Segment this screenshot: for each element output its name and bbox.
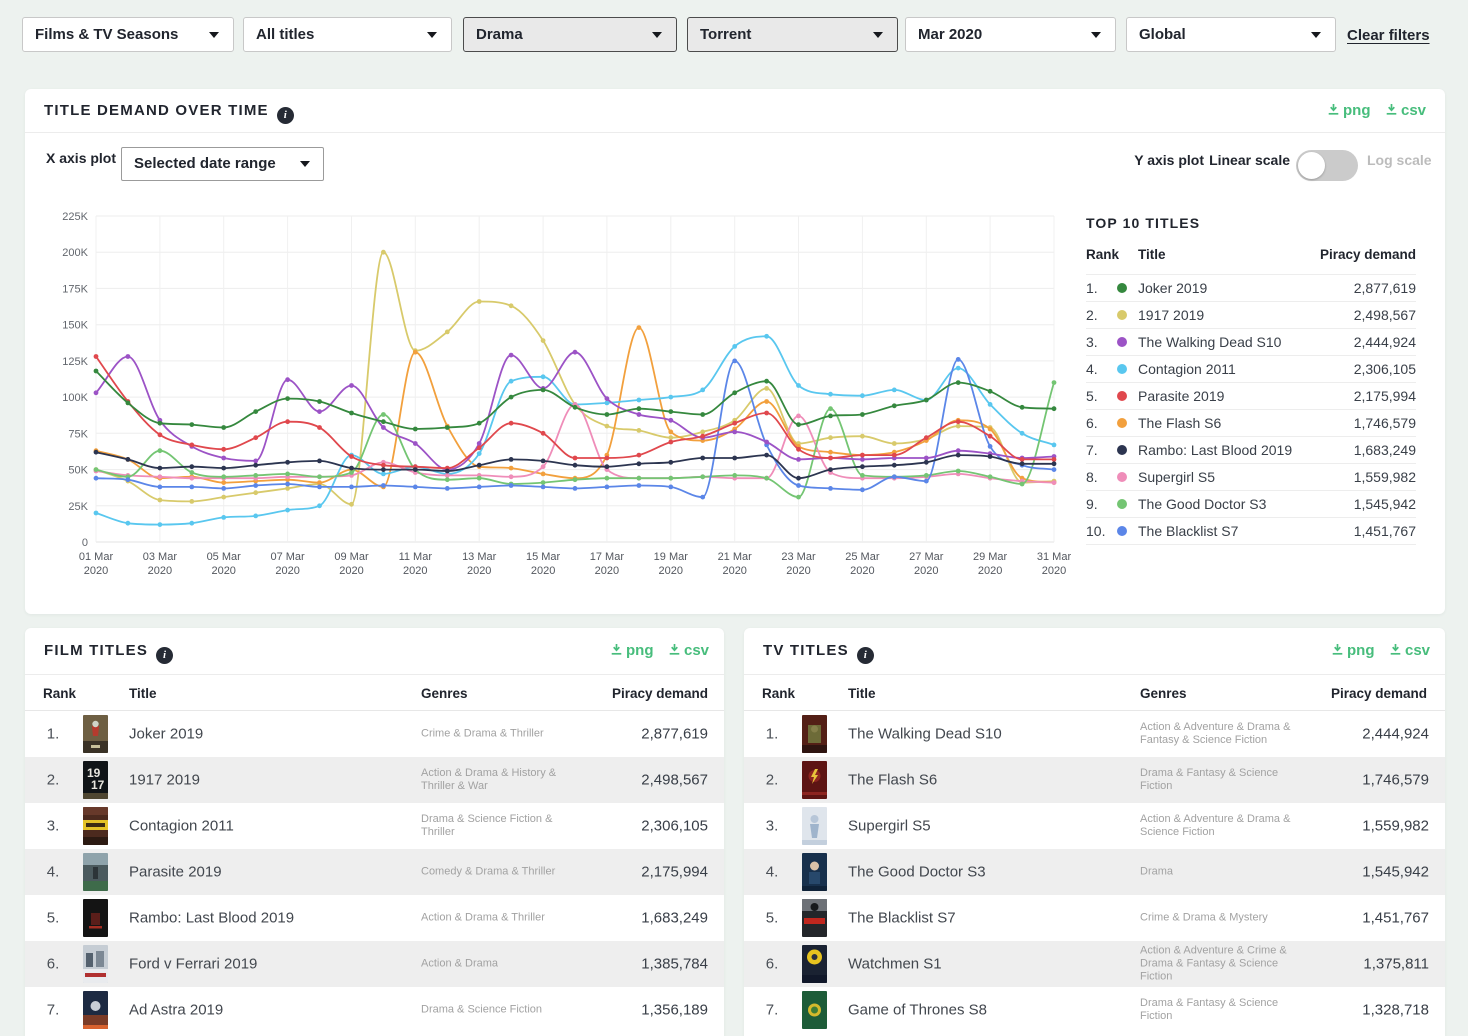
svg-text:17 Mar: 17 Mar — [590, 551, 625, 563]
svg-text:31 Mar: 31 Mar — [1037, 551, 1072, 563]
svg-text:225K: 225K — [62, 211, 88, 223]
svg-text:0: 0 — [82, 537, 88, 549]
svg-text:2020: 2020 — [211, 565, 235, 577]
svg-text:17: 17 — [91, 778, 105, 792]
svg-text:125K: 125K — [62, 356, 88, 368]
svg-text:2020: 2020 — [403, 565, 427, 577]
svg-text:175K: 175K — [62, 283, 88, 295]
svg-text:25 Mar: 25 Mar — [845, 551, 880, 563]
svg-text:23 Mar: 23 Mar — [781, 551, 816, 563]
svg-text:100K: 100K — [62, 392, 88, 404]
svg-text:75K: 75K — [68, 428, 88, 440]
svg-text:2020: 2020 — [531, 565, 555, 577]
svg-text:200K: 200K — [62, 247, 88, 259]
svg-text:27 Mar: 27 Mar — [909, 551, 944, 563]
svg-text:2020: 2020 — [659, 565, 683, 577]
svg-text:2020: 2020 — [595, 565, 619, 577]
svg-text:2020: 2020 — [467, 565, 491, 577]
svg-text:11 Mar: 11 Mar — [399, 551, 433, 563]
svg-text:2020: 2020 — [978, 565, 1002, 577]
svg-text:2020: 2020 — [1042, 565, 1066, 577]
svg-text:07 Mar: 07 Mar — [270, 551, 305, 563]
svg-text:150K: 150K — [62, 320, 88, 332]
svg-text:21 Mar: 21 Mar — [718, 551, 753, 563]
svg-text:03 Mar: 03 Mar — [143, 551, 178, 563]
svg-text:05 Mar: 05 Mar — [207, 551, 242, 563]
svg-text:2020: 2020 — [148, 565, 172, 577]
svg-text:25K: 25K — [68, 501, 88, 513]
svg-text:01 Mar: 01 Mar — [79, 551, 114, 563]
svg-text:50K: 50K — [68, 465, 88, 477]
svg-text:29 Mar: 29 Mar — [973, 551, 1008, 563]
svg-text:2020: 2020 — [850, 565, 874, 577]
svg-text:2020: 2020 — [786, 565, 810, 577]
svg-text:2020: 2020 — [914, 565, 938, 577]
svg-text:2020: 2020 — [84, 565, 108, 577]
svg-text:15 Mar: 15 Mar — [526, 551, 561, 563]
svg-text:19 Mar: 19 Mar — [654, 551, 689, 563]
svg-text:13 Mar: 13 Mar — [462, 551, 497, 563]
svg-text:2020: 2020 — [722, 565, 746, 577]
svg-text:2020: 2020 — [275, 565, 299, 577]
svg-text:2020: 2020 — [339, 565, 363, 577]
svg-text:09 Mar: 09 Mar — [334, 551, 369, 563]
